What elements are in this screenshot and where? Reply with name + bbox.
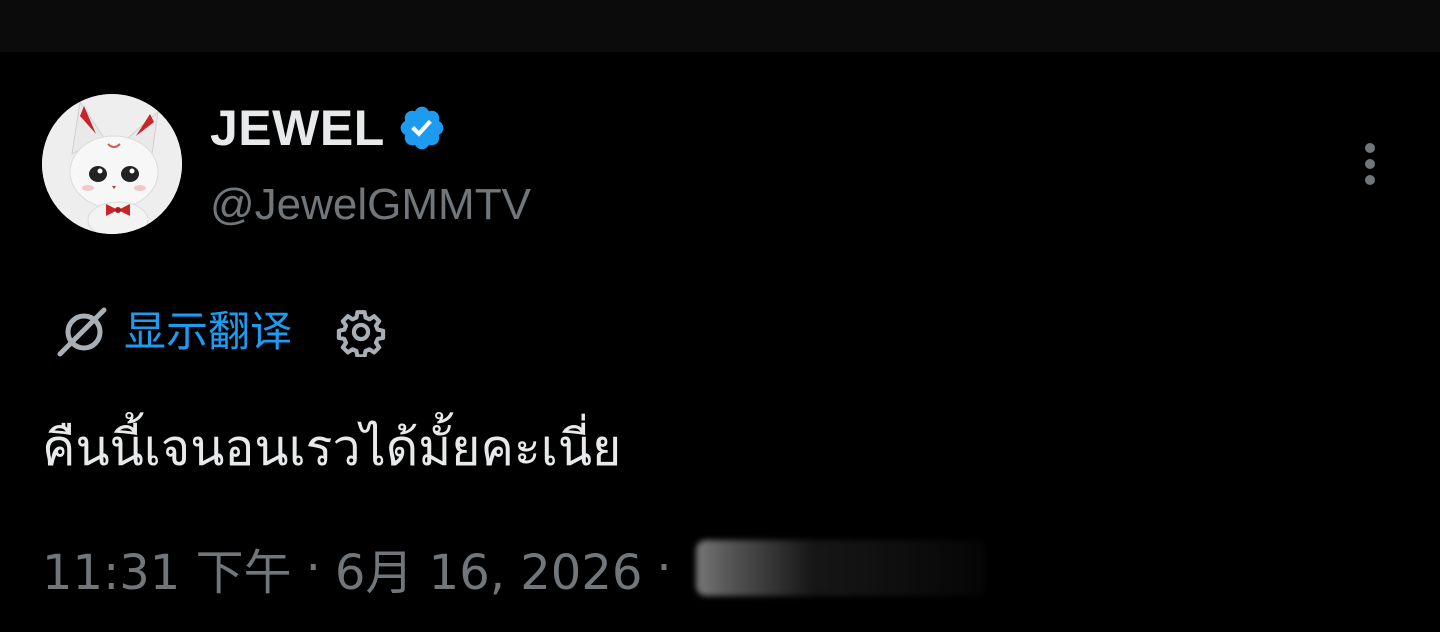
tweet-meta: 11:31 下午 · 6月 16, 2026 · (42, 533, 986, 603)
gear-icon (336, 310, 386, 357)
verified-badge-icon (397, 103, 447, 153)
show-translation-button[interactable]: 显示翻译 (54, 302, 292, 362)
translate-slash-icon (57, 307, 107, 357)
translation-settings-button[interactable] (336, 307, 386, 357)
redacted-view-count (695, 540, 986, 596)
meta-separator: · (305, 540, 321, 596)
author-avatar[interactable] (42, 94, 182, 234)
show-translation-label[interactable]: 显示翻译 (124, 302, 292, 362)
author-name-row[interactable]: JEWEL (210, 100, 447, 156)
translate-row: 显示翻译 (54, 302, 386, 362)
more-options-button[interactable] (1346, 136, 1394, 192)
more-vertical-icon (1365, 143, 1375, 185)
tweet-time[interactable]: 11:31 下午 (42, 533, 292, 603)
top-bar-strip (0, 0, 1440, 52)
fox-plush-avatar-image (42, 94, 182, 234)
author-handle[interactable]: @JewelGMMTV (210, 178, 531, 232)
author-display-name[interactable]: JEWEL (210, 100, 385, 156)
meta-separator-2: · (656, 540, 672, 596)
tweet-text: คืนนี้เจนอนเรวได้มั้ยคะเนี่ย (42, 419, 622, 477)
tweet-date[interactable]: 6月 16, 2026 (335, 533, 643, 603)
